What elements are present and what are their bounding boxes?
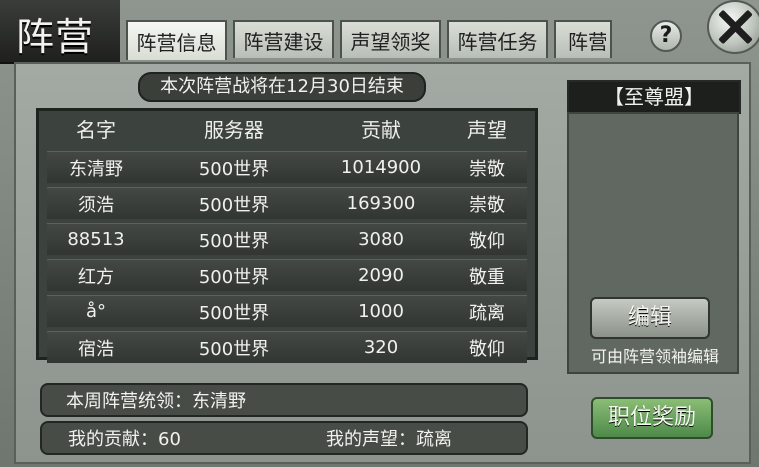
row-server: 500世界 bbox=[198, 302, 270, 324]
row-name: 须浩 bbox=[78, 194, 114, 216]
row-reputation: 崇敬 bbox=[469, 158, 505, 180]
row-contribution: 1000 bbox=[358, 301, 404, 322]
row-reputation: 敬仰 bbox=[469, 230, 505, 252]
tab-bar: 阵营信息 阵营建设 声望领奖 阵营任务 阵营战 bbox=[126, 20, 612, 60]
row-reputation: 崇敬 bbox=[469, 194, 505, 216]
weekly-leader-bar: 本周阵营统领：东清野 bbox=[40, 383, 528, 417]
row-name: 红方 bbox=[78, 266, 114, 288]
row-contribution: 3080 bbox=[358, 229, 404, 250]
weekly-leader-text: 本周阵营统领：东清野 bbox=[66, 391, 246, 412]
alliance-title: 【至尊盟】 bbox=[567, 80, 741, 114]
row-name: 宿浩 bbox=[78, 338, 114, 360]
tab-camp-battle[interactable]: 阵营战 bbox=[554, 20, 612, 58]
table-row[interactable]: 须浩 500世界 169300 崇敬 bbox=[47, 187, 527, 219]
table-row[interactable]: 红方 500世界 2090 敬重 bbox=[47, 259, 527, 291]
header-reputation: 声望 bbox=[467, 117, 507, 142]
table-row[interactable]: 宿浩 500世界 320 敬仰 bbox=[47, 331, 527, 363]
row-reputation: 敬重 bbox=[469, 266, 505, 288]
row-server: 500世界 bbox=[198, 230, 270, 252]
row-server: 500世界 bbox=[198, 194, 270, 216]
help-icon[interactable]: ? bbox=[650, 20, 682, 52]
tab-camp-task[interactable]: 阵营任务 bbox=[447, 20, 548, 58]
header-server: 服务器 bbox=[204, 117, 264, 142]
camp-window: 阵营 阵营信息 阵营建设 声望领奖 阵营任务 阵营战 ? 本次阵营战将在12月3… bbox=[0, 0, 759, 467]
row-server: 500世界 bbox=[198, 338, 270, 360]
row-name: 东清野 bbox=[69, 158, 123, 180]
my-contribution: 我的贡献：60 bbox=[68, 429, 181, 450]
row-contribution: 320 bbox=[363, 337, 399, 358]
table-row[interactable]: å° 500世界 1000 疏离 bbox=[47, 295, 527, 327]
tab-camp-battle-label: 阵营战 bbox=[568, 29, 606, 54]
table-header: 名字 服务器 贡献 声望 bbox=[47, 111, 527, 145]
position-reward-button[interactable]: 职位奖励 bbox=[591, 397, 713, 439]
my-reputation: 我的声望：疏离 bbox=[326, 429, 452, 450]
header-name: 名字 bbox=[76, 117, 116, 142]
row-server: 500世界 bbox=[198, 158, 270, 180]
row-reputation: 敬仰 bbox=[469, 338, 505, 360]
row-name: 88513 bbox=[67, 229, 125, 250]
row-contribution: 2090 bbox=[358, 265, 404, 286]
row-name: å° bbox=[85, 301, 107, 322]
edit-permission-note: 可由阵营领袖编辑 bbox=[590, 347, 719, 366]
row-contribution: 1014900 bbox=[340, 157, 422, 178]
header-contribution: 贡献 bbox=[361, 117, 401, 142]
close-icon[interactable] bbox=[707, 0, 759, 54]
battle-end-notice: 本次阵营战将在12月30日结束 bbox=[138, 72, 426, 102]
tab-camp-info[interactable]: 阵营信息 bbox=[126, 20, 227, 60]
tab-camp-building[interactable]: 阵营建设 bbox=[233, 20, 334, 58]
tab-reputation-reward[interactable]: 声望领奖 bbox=[340, 20, 441, 58]
row-reputation: 疏离 bbox=[469, 302, 505, 324]
ranking-table: 名字 服务器 贡献 声望 东清野 500世界 1014900 崇敬 须浩 500… bbox=[36, 108, 538, 363]
title-plate: 阵营 bbox=[0, 0, 120, 64]
row-server: 500世界 bbox=[198, 266, 270, 288]
my-stats-bar: 我的贡献：60 我的声望：疏离 bbox=[40, 421, 528, 455]
edit-button[interactable]: 编辑 bbox=[590, 297, 710, 339]
table-row[interactable]: 88513 500世界 3080 敬仰 bbox=[47, 223, 527, 255]
row-contribution: 169300 bbox=[346, 193, 416, 214]
table-row[interactable]: 东清野 500世界 1014900 崇敬 bbox=[47, 151, 527, 183]
window-title: 阵营 bbox=[16, 15, 95, 59]
